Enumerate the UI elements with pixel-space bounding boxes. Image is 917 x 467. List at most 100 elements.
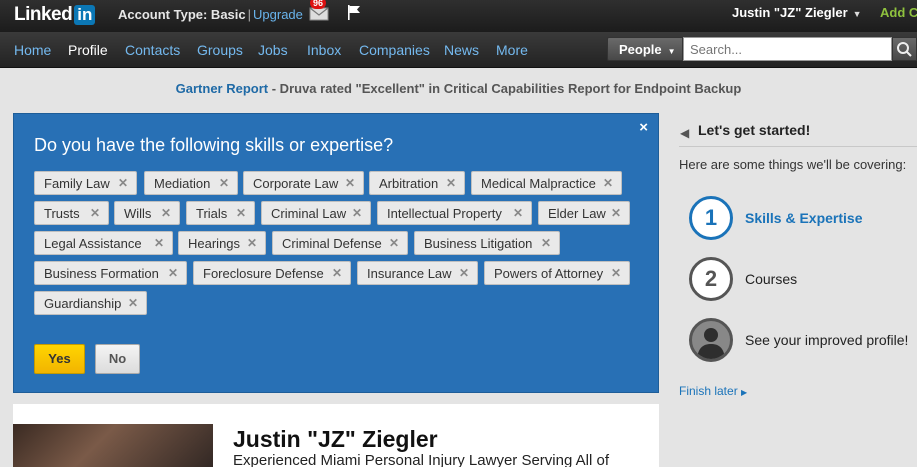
search-button[interactable]	[892, 37, 917, 61]
yes-button[interactable]: Yes	[34, 344, 85, 374]
nav-news[interactable]: News	[444, 42, 479, 58]
skill-label: Wills	[124, 206, 152, 221]
skill-tag[interactable]: Wills ✕	[114, 201, 180, 225]
linkedin-logo[interactable]: Linked in	[14, 4, 96, 26]
nav-jobs[interactable]: Jobs	[258, 42, 288, 58]
skill-tag[interactable]: Trials ✕	[186, 201, 255, 225]
remove-icon[interactable]: ✕	[352, 206, 362, 220]
remove-icon[interactable]: ✕	[345, 176, 355, 190]
add-connections-link[interactable]: Add C	[880, 5, 917, 20]
skill-tag[interactable]: Business Litigation ✕	[414, 231, 560, 255]
user-name: Justin "JZ" Ziegler	[732, 5, 848, 20]
nav-home[interactable]: Home	[14, 42, 51, 58]
remove-icon[interactable]: ✕	[446, 176, 456, 190]
skill-tag[interactable]: Medical Malpractice ✕	[471, 171, 622, 195]
finish-later-link[interactable]: Finish later ▶	[679, 384, 747, 398]
upgrade-link[interactable]: Upgrade	[253, 7, 303, 22]
skill-label: Insurance Law	[367, 266, 452, 281]
skill-label: Business Litigation	[424, 236, 533, 251]
skill-tag[interactable]: Corporate Law ✕	[243, 171, 364, 195]
skill-tag[interactable]: Business Formation ✕	[34, 261, 187, 285]
nav-contacts[interactable]: Contacts	[125, 42, 180, 58]
skill-tag[interactable]: Criminal Law ✕	[261, 201, 371, 225]
panel-title: Do you have the following skills or expe…	[34, 135, 394, 155]
nav-inbox[interactable]: Inbox	[307, 42, 341, 58]
remove-icon[interactable]: ✕	[168, 266, 178, 280]
step-label-skills[interactable]: Skills & Expertise	[745, 210, 863, 226]
ad-link[interactable]: Gartner Report	[176, 81, 268, 96]
profile-silhouette-icon	[689, 318, 733, 362]
step-label-improved-profile[interactable]: See your improved profile!	[745, 332, 908, 348]
account-menu[interactable]: Justin "JZ" Ziegler ▼	[732, 5, 862, 20]
skill-tag[interactable]: Insurance Law ✕	[357, 261, 478, 285]
remove-icon[interactable]: ✕	[611, 266, 621, 280]
profile-name: Justin "JZ" Ziegler	[233, 426, 438, 452]
skill-tag[interactable]: Foreclosure Defense ✕	[193, 261, 351, 285]
remove-icon[interactable]: ✕	[247, 236, 257, 250]
skill-tag[interactable]: Powers of Attorney ✕	[484, 261, 630, 285]
skill-tag[interactable]: Trusts ✕	[34, 201, 109, 225]
chevron-down-icon: ▼	[667, 47, 676, 56]
skill-tag[interactable]: Legal Assistance ✕	[34, 231, 173, 255]
nav-more[interactable]: More	[496, 42, 528, 58]
skill-tag[interactable]: Intellectual Property ✕	[377, 201, 532, 225]
top-bar: Linked in Account Type: Basic | Upgrade 96…	[0, 0, 917, 32]
search-icon	[897, 42, 912, 57]
skill-label: Medical Malpractice	[481, 176, 596, 191]
remove-icon[interactable]: ✕	[513, 206, 523, 220]
nav-groups[interactable]: Groups	[197, 42, 243, 58]
remove-icon[interactable]: ✕	[541, 236, 551, 250]
remove-icon[interactable]: ✕	[118, 176, 128, 190]
skill-tag[interactable]: Elder Law ✕	[538, 201, 630, 225]
skill-label: Foreclosure Defense	[203, 266, 324, 281]
skill-label: Business Formation	[44, 266, 159, 281]
skill-tag[interactable]: Guardianship ✕	[34, 291, 147, 315]
no-button[interactable]: No	[95, 344, 140, 374]
skill-tag[interactable]: Mediation ✕	[144, 171, 238, 195]
remove-icon[interactable]: ✕	[154, 236, 164, 250]
skill-label: Hearings	[188, 236, 241, 251]
skills-suggestion-panel: Do you have the following skills or expe…	[13, 113, 659, 393]
skill-label: Intellectual Property	[387, 206, 502, 221]
close-icon[interactable]: ×	[639, 119, 648, 136]
skill-label: Elder Law	[548, 206, 606, 221]
skill-tag[interactable]: Criminal Defense ✕	[272, 231, 408, 255]
remove-icon[interactable]: ✕	[219, 176, 229, 190]
chevron-right-icon: ▶	[741, 388, 748, 397]
remove-icon[interactable]: ✕	[161, 206, 171, 220]
sidebar-divider	[679, 146, 917, 147]
account-type: Account Type: Basic | Upgrade	[118, 7, 303, 22]
remove-icon[interactable]: ✕	[236, 206, 246, 220]
remove-icon[interactable]: ✕	[128, 296, 138, 310]
search-scope-label: People	[619, 42, 662, 57]
skill-label: Mediation	[154, 176, 211, 191]
nav-companies[interactable]: Companies	[359, 42, 430, 58]
remove-icon[interactable]: ✕	[603, 176, 613, 190]
remove-icon[interactable]: ✕	[459, 266, 469, 280]
ad-text: - Druva rated "Excellent" in Critical Ca…	[268, 81, 742, 96]
step-label-courses[interactable]: Courses	[745, 271, 797, 287]
skill-tag[interactable]: Arbitration ✕	[369, 171, 465, 195]
skill-tag[interactable]: Hearings ✕	[178, 231, 266, 255]
search-input[interactable]	[683, 37, 892, 61]
sidebar-heading: Let's get started!	[698, 122, 811, 138]
back-arrow-icon[interactable]: ◀	[680, 126, 689, 140]
skill-label: Criminal Defense	[282, 236, 382, 251]
message-count-badge: 96	[310, 0, 327, 9]
skill-label: Legal Assistance	[44, 236, 142, 251]
remove-icon[interactable]: ✕	[611, 206, 621, 220]
remove-icon[interactable]: ✕	[389, 236, 399, 250]
search-scope-select[interactable]: People ▼	[607, 37, 683, 61]
chevron-down-icon: ▼	[852, 9, 862, 19]
skill-label: Criminal Law	[271, 206, 347, 221]
sponsored-ad: Gartner Report - Druva rated "Excellent"…	[0, 81, 917, 96]
skill-label: Trusts	[44, 206, 80, 221]
profile-photo[interactable]	[13, 424, 213, 467]
nav-profile[interactable]: Profile	[68, 42, 108, 58]
remove-icon[interactable]: ✕	[332, 266, 342, 280]
notifications-flag-icon[interactable]	[346, 4, 362, 20]
remove-icon[interactable]: ✕	[90, 206, 100, 220]
logo-text: Linked	[14, 4, 73, 25]
skill-tag[interactable]: Family Law ✕	[34, 171, 137, 195]
person-icon	[697, 328, 725, 359]
